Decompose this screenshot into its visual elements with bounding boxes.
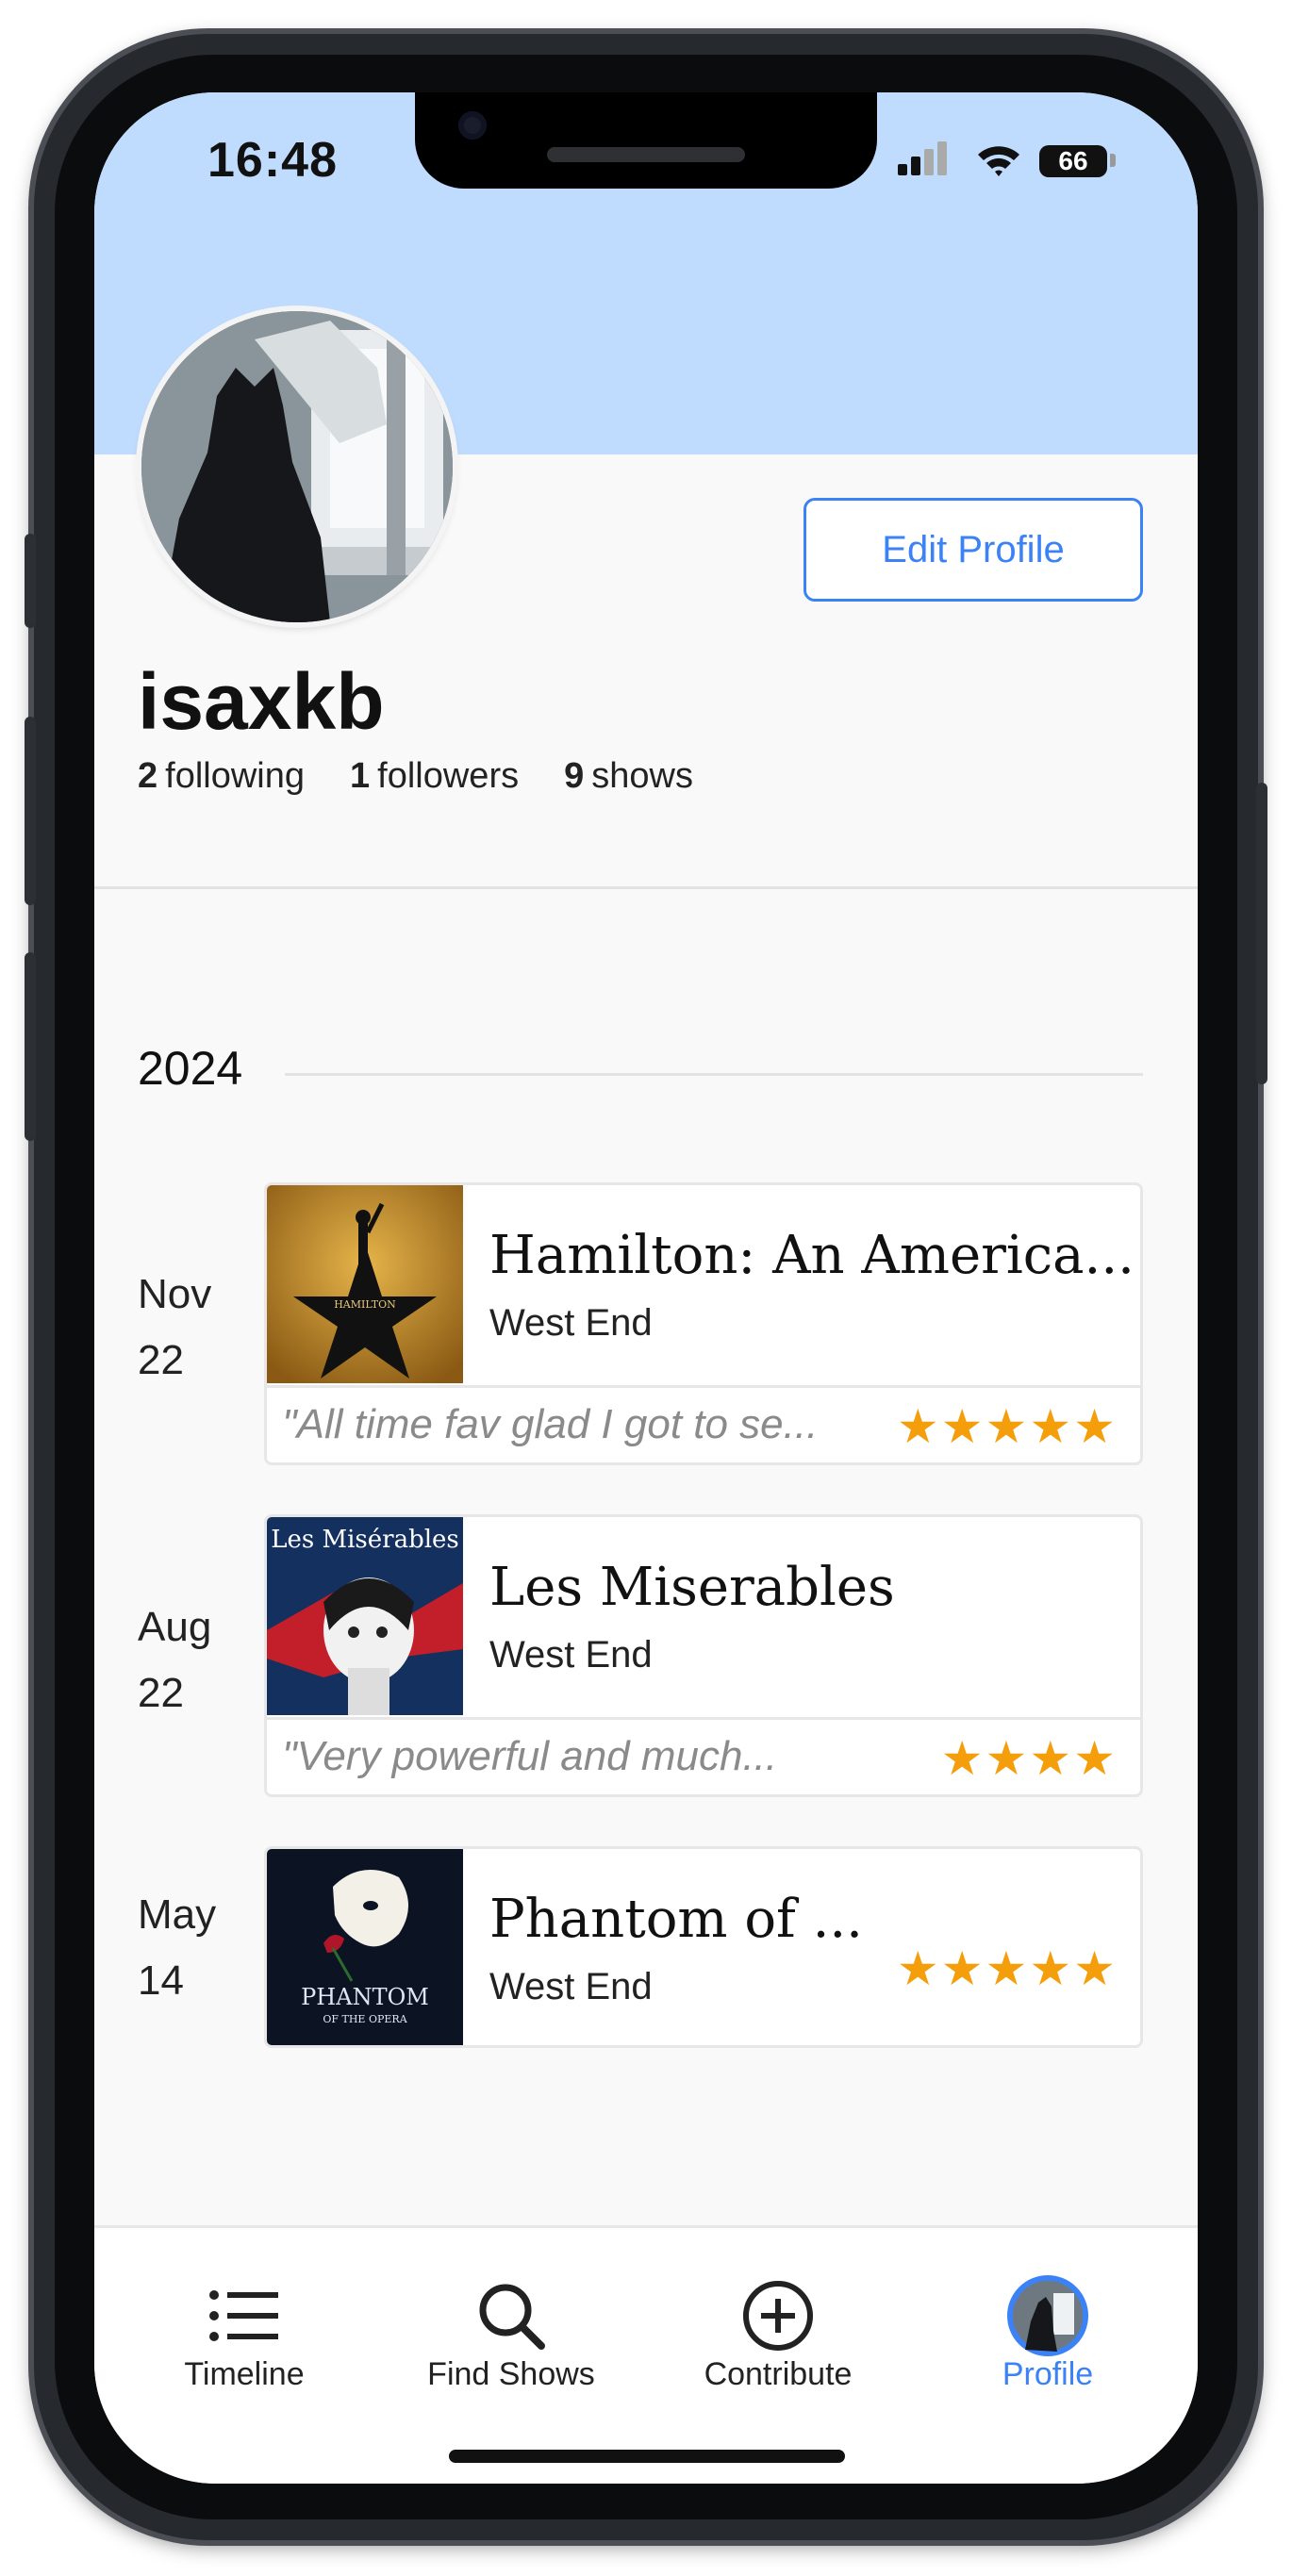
entry-day: 22 [138, 1670, 184, 1716]
cat-photo [141, 311, 453, 622]
volume-down-button [25, 952, 36, 1141]
following-label: following [165, 756, 306, 796]
star-rating: ★★★★ [940, 1732, 1118, 1785]
show-title: Les Miserables [489, 1557, 895, 1618]
entry-date: Nov 22 [138, 1262, 211, 1394]
home-indicator [449, 2450, 845, 2463]
les-mis-poster: Les Misérables [267, 1517, 463, 1715]
show-card[interactable]: PHANTOM OF THE OPERA Phantom of ... West… [264, 1846, 1143, 2048]
show-poster: HAMILTON [267, 1185, 463, 1383]
review-snippet: "Very powerful and much... [282, 1733, 778, 1779]
show-venue: West End [489, 1634, 653, 1676]
year-divider [285, 1073, 1143, 1076]
shows-count: 9 [564, 756, 585, 796]
entry-date: May 14 [138, 1882, 216, 2014]
signal-icon [898, 141, 954, 179]
speaker-grille [547, 147, 745, 162]
entry-month: Aug [138, 1604, 212, 1650]
front-camera [458, 111, 487, 140]
show-poster: PHANTOM OF THE OPERA [267, 1849, 463, 2045]
edit-profile-button[interactable]: Edit Profile [803, 498, 1143, 602]
status-time: 16:48 [207, 133, 338, 188]
section-divider [94, 886, 1198, 889]
volume-up-button [25, 717, 36, 905]
tab-label: Timeline [184, 2356, 305, 2392]
tab-find-shows[interactable]: Find Shows [393, 2275, 629, 2393]
tab-bar: Timeline Find Shows Contribute Profile [94, 2225, 1198, 2484]
tab-timeline[interactable]: Timeline [126, 2275, 362, 2393]
entry-date: Aug 22 [138, 1594, 211, 1726]
tab-profile[interactable]: Profile [930, 2275, 1166, 2393]
shows-stat[interactable]: 9 shows [564, 756, 693, 797]
username: isaxkb [138, 657, 385, 746]
tab-contribute[interactable]: Contribute [660, 2275, 896, 2393]
followers-count: 1 [350, 756, 371, 796]
plus-circle-icon [660, 2275, 896, 2356]
tab-label: Find Shows [427, 2356, 595, 2392]
show-venue: West End [489, 1966, 653, 2007]
year-heading: 2024 [138, 1042, 243, 1095]
followers-label: followers [377, 756, 520, 796]
shows-label: shows [591, 756, 693, 796]
following-stat[interactable]: 2 following [138, 756, 305, 797]
profile-stats: 2 following 1 followers 9 shows [138, 756, 693, 797]
avatar-icon [930, 2275, 1166, 2356]
profile-avatar[interactable] [141, 311, 453, 622]
status-icons: 66 [898, 141, 1116, 179]
notch [415, 92, 877, 189]
review-snippet: "All time fav glad I got to se... [282, 1401, 819, 1447]
wifi-icon [978, 146, 1019, 176]
poster-title: HAMILTON [334, 1298, 396, 1311]
star-rating: ★★★★★ [896, 1400, 1118, 1453]
search-icon [393, 2275, 629, 2356]
review-row: "All time fav glad I got to se... ★★★★★ [267, 1385, 1140, 1462]
followers-stat[interactable]: 1 followers [350, 756, 519, 797]
show-venue: West End [489, 1302, 653, 1344]
entry-day: 22 [138, 1337, 184, 1383]
entry-month: May [138, 1891, 217, 1938]
hamilton-poster: HAMILTON [267, 1185, 463, 1383]
poster-subtitle: OF THE OPERA [323, 2013, 407, 2025]
show-card[interactable]: HAMILTON Hamilton: An America... West En… [264, 1182, 1143, 1465]
show-title: Hamilton: An America... [489, 1225, 1135, 1286]
entry-day: 14 [138, 1957, 184, 2004]
tab-label: Profile [1002, 2356, 1094, 2392]
battery-cap [1110, 154, 1116, 167]
poster-title: Les Misérables [271, 1526, 459, 1554]
show-card[interactable]: Les Misérables Les Miserables West End "… [264, 1514, 1143, 1797]
star-rating: ★★★★★ [896, 1942, 1118, 1995]
app-screen: 16:48 66 Edit Profile isaxkb 2 following… [94, 92, 1198, 2484]
phantom-poster: PHANTOM OF THE OPERA [267, 1849, 463, 2045]
entry-month: Nov [138, 1271, 212, 1317]
battery-icon: 66 [1039, 145, 1107, 177]
power-button [1256, 783, 1267, 1084]
review-row: "Very powerful and much... ★★★★ [267, 1717, 1140, 1794]
poster-title: PHANTOM [301, 1984, 429, 2010]
tab-label: Contribute [704, 2356, 853, 2392]
show-poster: Les Misérables [267, 1517, 463, 1715]
following-count: 2 [138, 756, 158, 796]
list-icon [126, 2275, 362, 2356]
mute-switch [25, 534, 36, 628]
